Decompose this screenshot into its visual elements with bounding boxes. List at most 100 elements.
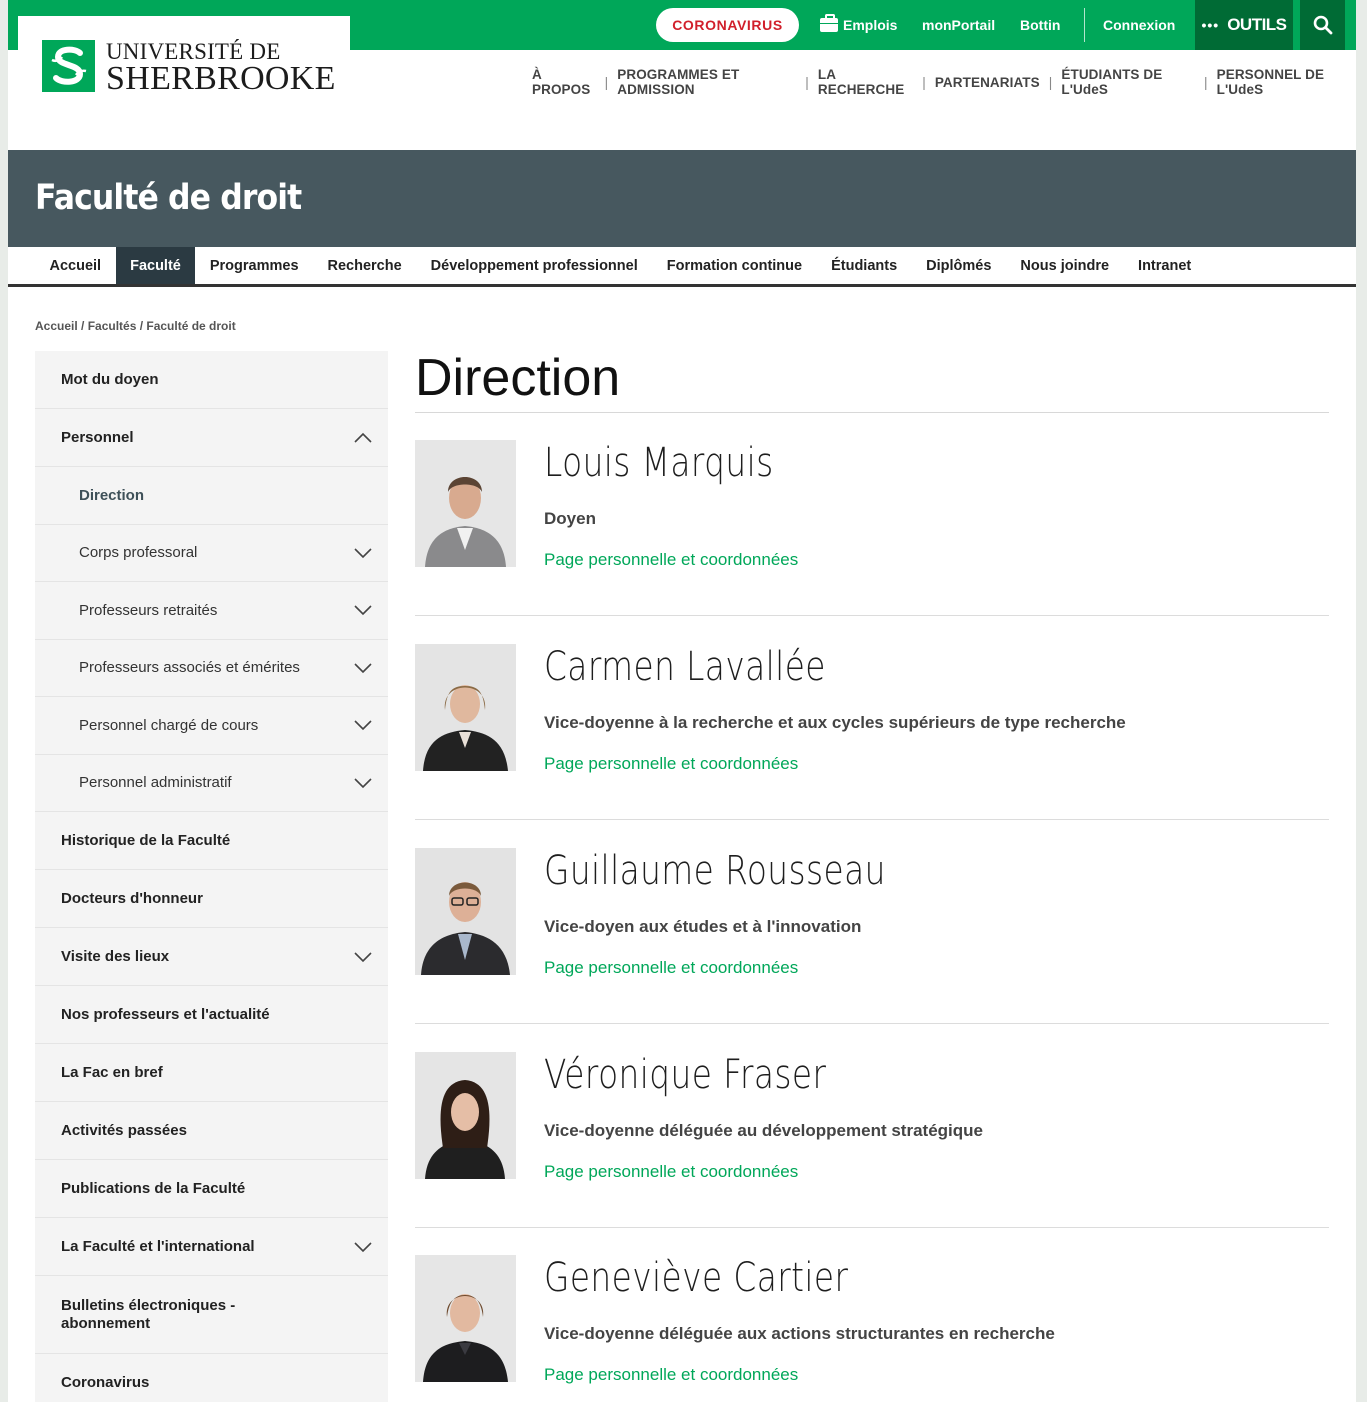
- sidebar-item-actualite[interactable]: Nos professeurs et l'actualité: [35, 986, 388, 1044]
- logo-wordmark: UNIVERSITÉ DE SHERBROOKE: [106, 40, 336, 96]
- tab-developpement-professionnel[interactable]: Développement professionnel: [416, 247, 652, 284]
- sidebar-item-label: Publications de la Faculté: [61, 1179, 246, 1197]
- sidebar-item-label: Coronavirus: [61, 1373, 150, 1391]
- sidebar-item-label: La Fac en bref: [61, 1063, 163, 1081]
- sidebar-item-professeurs-retraites[interactable]: Professeurs retraités: [35, 582, 388, 640]
- chevron-down-icon[interactable]: [354, 719, 372, 731]
- logo-s-icon: [42, 40, 95, 92]
- sidebar: Mot du doyen Personnel Direction Corps p…: [35, 351, 388, 1402]
- bottin-link[interactable]: Bottin: [1020, 0, 1060, 50]
- chevron-down-icon[interactable]: [354, 777, 372, 789]
- person-card: Véronique Fraser Vice-doyenne déléguée a…: [415, 1024, 1329, 1228]
- sidebar-item-publications[interactable]: Publications de la Faculté: [35, 1160, 388, 1218]
- personal-page-link[interactable]: Page personnelle et coordonnées: [544, 550, 798, 570]
- person-name[interactable]: Louis Marquis: [544, 440, 774, 486]
- sidebar-item-label: Mot du doyen: [61, 370, 159, 388]
- sidebar-item-fac-en-bref[interactable]: La Fac en bref: [35, 1044, 388, 1102]
- sidebar-item-historique[interactable]: Historique de la Faculté: [35, 812, 388, 870]
- sidebar-item-label: Personnel: [61, 428, 134, 446]
- search-button[interactable]: [1300, 0, 1345, 50]
- sidebar-item-bulletins[interactable]: Bulletins électroniques - abonnement: [35, 1276, 388, 1354]
- sidebar-item-label: Historique de la Faculté: [61, 831, 231, 849]
- main-nav-recherche[interactable]: LA RECHERCHE: [818, 67, 913, 97]
- main-nav-partenariats[interactable]: PARTENARIATS: [935, 75, 1040, 90]
- tab-nous-joindre[interactable]: Nous joindre: [1006, 247, 1124, 284]
- sidebar-item-charge-de-cours[interactable]: Personnel chargé de cours: [35, 697, 388, 755]
- person-card: Geneviève Cartier Vice-doyenne déléguée …: [415, 1227, 1329, 1402]
- monportail-link[interactable]: monPortail: [922, 0, 995, 50]
- nav-separator: |: [805, 74, 809, 90]
- chevron-down-icon[interactable]: [354, 662, 372, 674]
- person-role: Vice-doyenne à la recherche et aux cycle…: [544, 713, 1126, 732]
- person-name[interactable]: Véronique Fraser: [544, 1052, 826, 1098]
- portrait-photo: [415, 644, 516, 771]
- sidebar-item-professeurs-associes[interactable]: Professeurs associés et émérites: [35, 640, 388, 697]
- person-name[interactable]: Geneviève Cartier: [544, 1255, 848, 1301]
- sidebar-item-personnel[interactable]: Personnel: [35, 409, 388, 467]
- tab-faculte[interactable]: Faculté: [115, 247, 196, 284]
- sidebar-item-label: Corps professoral: [79, 544, 198, 562]
- sidebar-item-docteurs-honneur[interactable]: Docteurs d'honneur: [35, 870, 388, 928]
- sidebar-item-corps-professoral[interactable]: Corps professoral: [35, 525, 388, 582]
- outils-label: OUTILS: [1227, 15, 1287, 34]
- main-nav-a-propos[interactable]: À PROPOS: [532, 67, 596, 97]
- outils-button[interactable]: ••• OUTILS: [1195, 0, 1293, 50]
- nav-separator: |: [604, 74, 609, 90]
- nav-separator: |: [922, 74, 926, 90]
- main-nav-programmes[interactable]: PROGRAMMES ET ADMISSION: [617, 67, 796, 97]
- person-name[interactable]: Guillaume Rousseau: [544, 848, 886, 894]
- tab-formation-continue[interactable]: Formation continue: [652, 247, 816, 284]
- personal-page-link[interactable]: Page personnelle et coordonnées: [544, 958, 798, 978]
- personal-page-link[interactable]: Page personnelle et coordonnées: [544, 1365, 798, 1385]
- person-card: Carmen Lavallée Vice-doyenne à la recher…: [415, 616, 1329, 820]
- person-card: Guillaume Rousseau Vice-doyen aux études…: [415, 820, 1329, 1024]
- tab-recherche[interactable]: Recherche: [313, 247, 416, 284]
- main-nav: À PROPOS | PROGRAMMES ET ADMISSION | LA …: [532, 67, 1356, 97]
- dots-icon: •••: [1201, 17, 1220, 33]
- sidebar-item-coronavirus[interactable]: Coronavirus: [35, 1354, 388, 1402]
- personal-page-link[interactable]: Page personnelle et coordonnées: [544, 754, 798, 774]
- connexion-link[interactable]: Connexion: [1103, 0, 1175, 50]
- chevron-down-icon[interactable]: [354, 604, 372, 616]
- logo-line2: SHERBROOKE: [106, 60, 336, 97]
- portrait-photo: [415, 1052, 516, 1179]
- main-nav-etudiants[interactable]: ÉTUDIANTS DE L'UdeS: [1061, 67, 1195, 97]
- sidebar-item-personnel-administratif[interactable]: Personnel administratif: [35, 755, 388, 812]
- tab-accueil[interactable]: Accueil: [35, 247, 116, 284]
- emplois-link[interactable]: Emplois: [820, 0, 897, 50]
- coronavirus-button[interactable]: CORONAVIRUS: [656, 8, 799, 42]
- university-logo[interactable]: UNIVERSITÉ DE SHERBROOKE: [18, 16, 350, 116]
- person-name[interactable]: Carmen Lavallée: [544, 644, 826, 690]
- chevron-down-icon[interactable]: [354, 547, 372, 559]
- chevron-down-icon[interactable]: [354, 1241, 372, 1253]
- sidebar-item-label: Bulletins électroniques - abonnement: [61, 1297, 236, 1332]
- tab-programmes[interactable]: Programmes: [195, 247, 313, 284]
- person-role: Vice-doyenne déléguée au développement s…: [544, 1121, 983, 1140]
- sidebar-item-label: Direction: [79, 486, 145, 504]
- sidebar-item-mot-du-doyen[interactable]: Mot du doyen: [35, 351, 388, 409]
- sidebar-item-activites-passees[interactable]: Activités passées: [35, 1102, 388, 1160]
- chevron-up-icon[interactable]: [354, 432, 372, 444]
- page-title: Direction: [415, 349, 621, 407]
- sidebar-item-label: Activités passées: [61, 1121, 187, 1139]
- portrait-photo: [415, 1255, 516, 1382]
- sidebar-item-visite-des-lieux[interactable]: Visite des lieux: [35, 928, 388, 986]
- nav-separator: |: [1048, 74, 1053, 90]
- faculty-title[interactable]: Faculté de droit: [35, 178, 302, 218]
- chevron-down-icon[interactable]: [354, 951, 372, 963]
- person-role: Vice-doyen aux études et à l'innovation: [544, 917, 862, 936]
- portrait-photo: [415, 848, 516, 975]
- sidebar-item-direction[interactable]: Direction: [35, 467, 388, 525]
- briefcase-icon: [820, 14, 838, 32]
- person-role: Vice-doyenne déléguée aux actions struct…: [544, 1324, 1055, 1343]
- personal-page-link[interactable]: Page personnelle et coordonnées: [544, 1162, 798, 1182]
- sidebar-item-label: La Faculté et l'international: [61, 1237, 255, 1255]
- sidebar-item-label: Docteurs d'honneur: [61, 889, 203, 907]
- breadcrumb[interactable]: Accueil / Facultés / Faculté de droit: [35, 319, 236, 333]
- tab-intranet[interactable]: Intranet: [1124, 247, 1206, 284]
- tab-diplomes[interactable]: Diplômés: [912, 247, 1006, 284]
- main-nav-personnel[interactable]: PERSONNEL DE L'UdeS: [1217, 67, 1356, 97]
- tab-etudiants[interactable]: Étudiants: [817, 247, 912, 284]
- sidebar-item-international[interactable]: La Faculté et l'international: [35, 1218, 388, 1276]
- faculty-subnav: Accueil Faculté Programmes Recherche Dév…: [8, 247, 1356, 287]
